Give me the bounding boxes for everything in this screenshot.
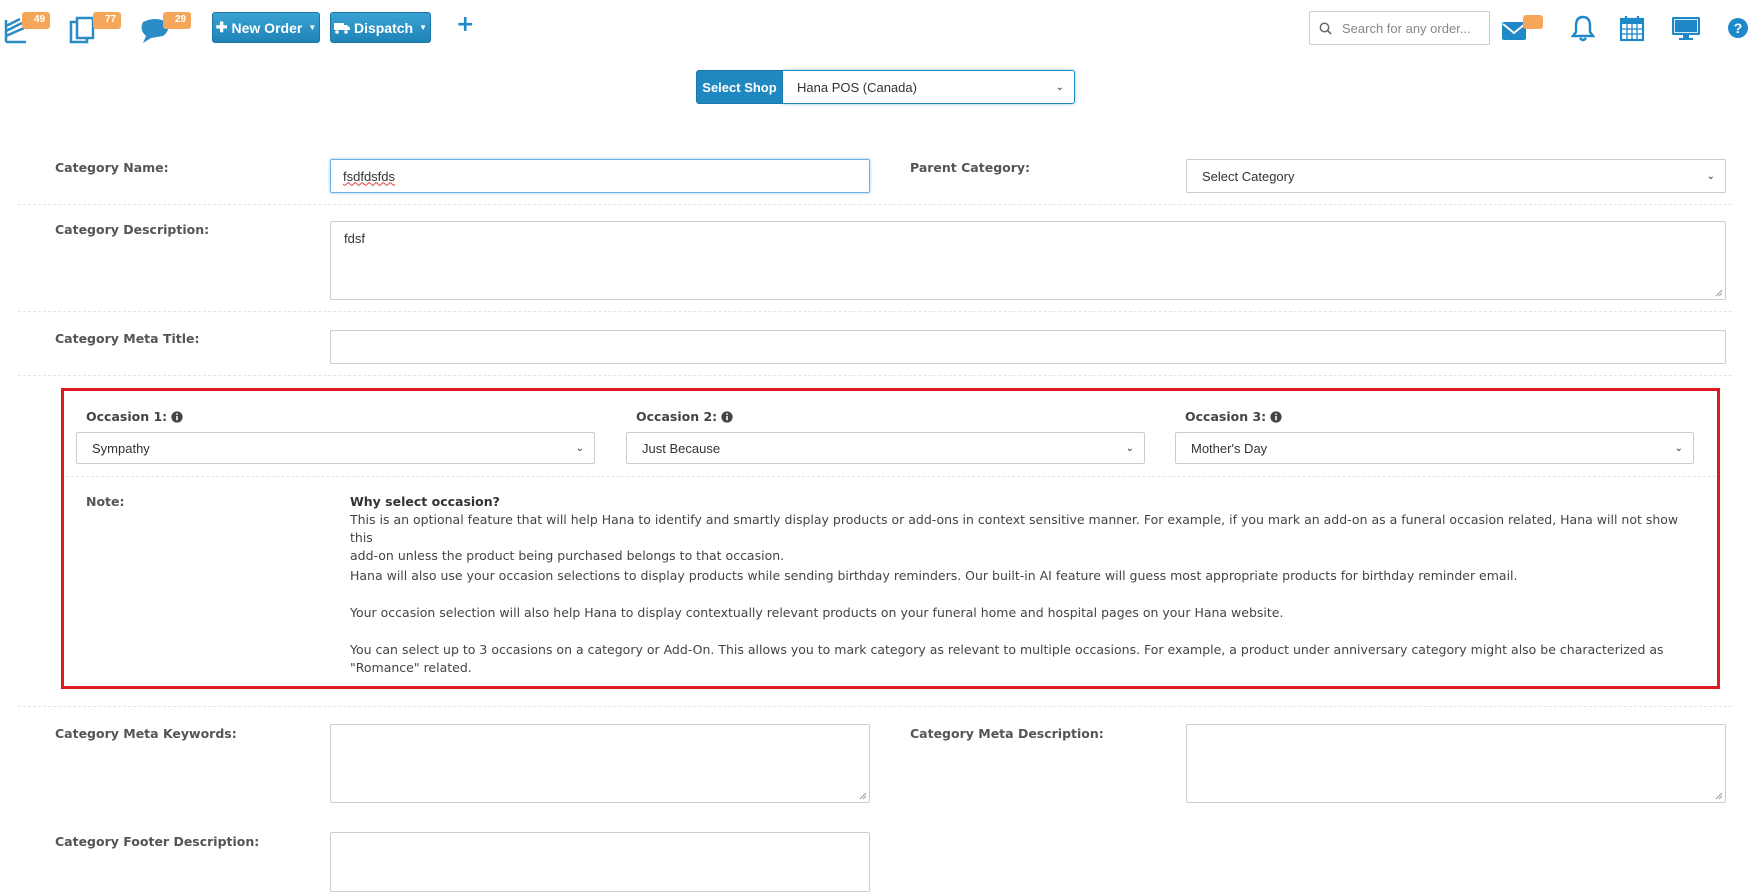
divider (18, 375, 1732, 376)
category-name-label: Category Name: (55, 160, 169, 175)
truck-icon (333, 22, 350, 34)
note-paragraph-4: You can select up to 3 occasions on a ca… (350, 642, 1664, 675)
resize-handle-icon[interactable] (859, 792, 867, 800)
shop-select-value: Hana POS (Canada) (797, 79, 917, 95)
caret-down-icon: ▼ (419, 23, 428, 32)
chevron-down-icon: ⌄ (1706, 170, 1715, 182)
note-paragraph-2: Hana will also use your occasion selecti… (350, 568, 1518, 583)
svg-text:?: ? (1734, 20, 1743, 36)
dispatch-button[interactable]: Dispatch ▼ (330, 12, 431, 43)
note-paragraph-1: This is an optional feature that will he… (350, 512, 1679, 563)
chevron-down-icon: ⌄ (575, 442, 584, 454)
plus-icon: ✚ (215, 19, 228, 35)
category-meta-title-label: Category Meta Title: (55, 331, 200, 346)
note-paragraph-3: Your occasion selection will also help H… (350, 605, 1284, 620)
top-toolbar: 49 77 29 ✚ New Order ▼ Dispatch ▼ + Sear… (0, 0, 1750, 56)
copies-badge: 77 (93, 12, 122, 29)
chevron-down-icon: ⌄ (1674, 442, 1683, 454)
search-box[interactable] (1309, 11, 1490, 45)
mail-icon[interactable] (1501, 14, 1545, 46)
info-icon[interactable] (171, 410, 183, 423)
chevron-down-icon: ⌄ (1055, 81, 1064, 93)
calendar-icon[interactable] (1619, 14, 1645, 46)
divider (18, 204, 1732, 205)
occasion-1-value: Sympathy (92, 440, 150, 456)
occasion-2-label: Occasion 2: (636, 409, 733, 424)
search-icon (1319, 22, 1332, 35)
parent-category-value: Select Category (1202, 168, 1295, 184)
occasion-2-value: Just Because (642, 440, 721, 456)
category-meta-description-textarea[interactable] (1186, 724, 1726, 803)
occasion-2-select[interactable]: Just Because ⌄ (626, 432, 1145, 464)
bell-icon[interactable] (1570, 14, 1596, 46)
info-icon[interactable] (1270, 410, 1282, 423)
parent-category-label: Parent Category: (910, 160, 1031, 175)
divider (18, 311, 1732, 312)
shop-select[interactable]: Hana POS (Canada) ⌄ (783, 70, 1075, 104)
monitor-icon[interactable] (1671, 15, 1701, 45)
occasion-3-label: Occasion 3: (1185, 409, 1282, 424)
shop-selector: Select Shop Hana POS (Canada) ⌄ (696, 70, 1075, 104)
category-name-input[interactable]: fsdfdsfds (330, 159, 870, 193)
new-order-label: New Order (231, 19, 303, 36)
orders-badge: 49 (22, 12, 51, 29)
occasion-1-select[interactable]: Sympathy ⌄ (76, 432, 595, 464)
divider (66, 476, 1716, 477)
category-footer-description-textarea[interactable] (330, 832, 870, 892)
category-meta-keywords-textarea[interactable] (330, 724, 870, 803)
search-input[interactable] (1340, 19, 1480, 37)
help-icon[interactable]: ? (1727, 17, 1749, 43)
chevron-down-icon: ⌄ (1125, 442, 1134, 454)
category-meta-description-label: Category Meta Description: (910, 726, 1104, 741)
occasion-3-select[interactable]: Mother's Day ⌄ (1175, 432, 1694, 464)
note-label: Note: (86, 494, 125, 509)
category-description-label: Category Description: (55, 222, 210, 237)
category-description-value: fdsf (344, 231, 365, 246)
divider (18, 706, 1732, 707)
category-footer-description-label: Category Footer Description: (55, 834, 260, 849)
resize-handle-icon[interactable] (1715, 792, 1723, 800)
plus-icon[interactable]: + (456, 12, 474, 37)
category-description-textarea[interactable]: fdsf (330, 221, 1726, 300)
messages-badge: 29 (163, 12, 192, 29)
select-shop-label: Select Shop (696, 70, 783, 104)
category-name-value: fsdfdsfds (343, 168, 396, 184)
caret-down-icon: ▼ (308, 23, 317, 32)
dispatch-label: Dispatch (353, 19, 414, 36)
info-icon[interactable] (721, 410, 733, 423)
resize-handle-icon[interactable] (1715, 289, 1723, 297)
occasion-3-value: Mother's Day (1191, 440, 1268, 456)
new-order-button[interactable]: ✚ New Order ▼ (212, 12, 320, 43)
occasion-1-label: Occasion 1: (86, 409, 183, 424)
note-title: Why select occasion? (350, 494, 500, 509)
parent-category-select[interactable]: Select Category ⌄ (1186, 159, 1726, 193)
category-meta-title-input[interactable] (330, 330, 1726, 364)
category-meta-keywords-label: Category Meta Keywords: (55, 726, 237, 741)
